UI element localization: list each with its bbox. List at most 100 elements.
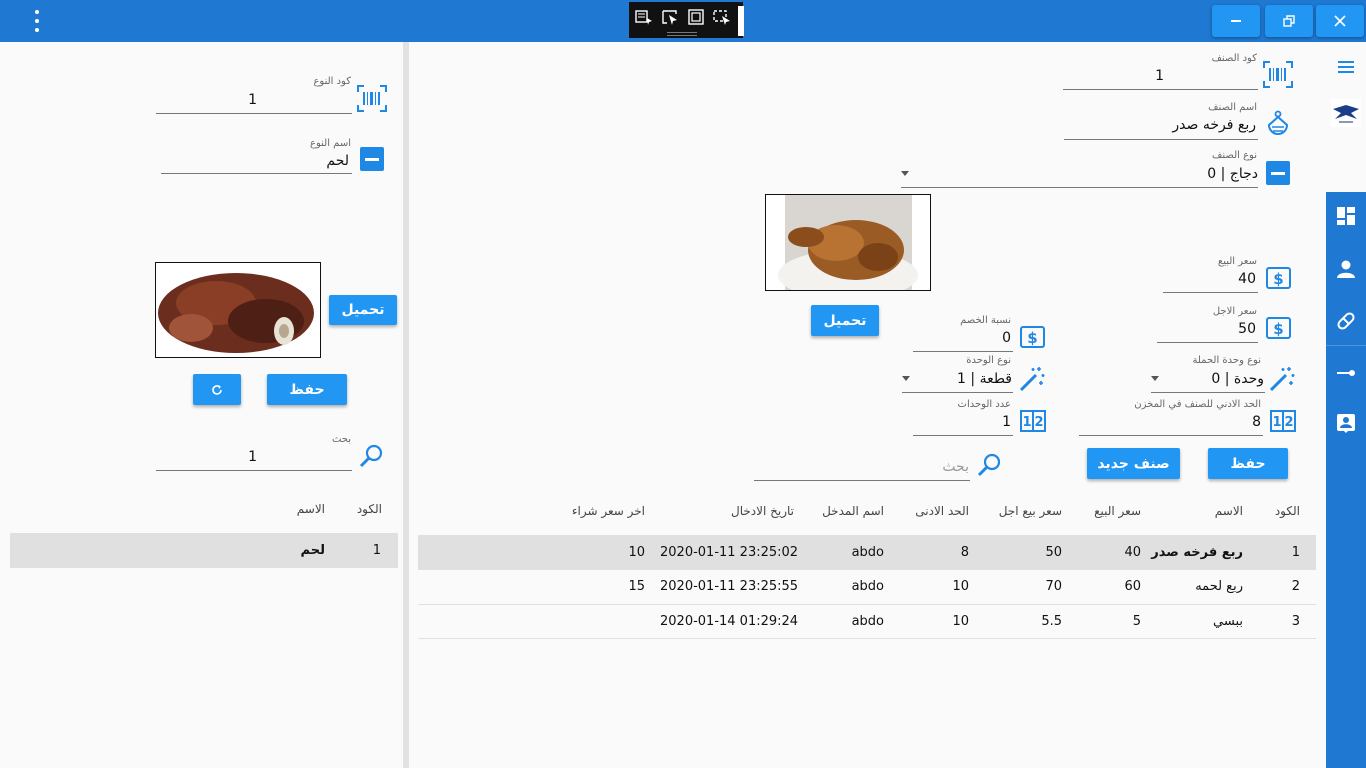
minimize-button[interactable] bbox=[1212, 5, 1260, 37]
item-save-button[interactable]: حفظ bbox=[1208, 448, 1288, 479]
dollar-icon: $ bbox=[1020, 326, 1045, 348]
items-row-user: abdo bbox=[851, 545, 884, 560]
type-save-button[interactable]: حفظ bbox=[267, 374, 347, 405]
item-upload-button[interactable]: تحميل bbox=[811, 305, 879, 336]
items-row-user: abdo bbox=[851, 579, 884, 594]
item-code-value[interactable]: 1 bbox=[1063, 68, 1164, 84]
menu-icon[interactable] bbox=[1336, 57, 1356, 77]
type-table-header-name: الاسم bbox=[296, 502, 325, 516]
type-upload-button[interactable]: تحميل bbox=[329, 295, 397, 325]
items-row-min: 8 bbox=[960, 545, 969, 560]
unit-type-value[interactable]: 1 | قطعة bbox=[902, 371, 1012, 387]
items-row-min: 10 bbox=[952, 614, 969, 629]
tag-icon bbox=[1267, 110, 1289, 135]
min-stock-value[interactable]: 8 bbox=[1079, 414, 1261, 430]
bulk-unit-label: نوع وحدة الحملة bbox=[1192, 355, 1261, 366]
items-row-code: 2 bbox=[1291, 579, 1300, 594]
item-search-placeholder[interactable]: بحث bbox=[754, 459, 969, 475]
numbers-icon: 12 bbox=[1020, 410, 1046, 432]
bulk-unit-underline bbox=[1151, 392, 1265, 393]
item-type-underline bbox=[901, 187, 1258, 188]
items-header-sale: سعر البيع bbox=[1094, 504, 1141, 518]
type-name-value[interactable]: لحم bbox=[161, 153, 349, 169]
items-row-name: ربع لحمه bbox=[1195, 579, 1243, 594]
refresh-icon bbox=[212, 384, 222, 395]
magic-wand-icon bbox=[1269, 367, 1295, 392]
unit-type-underline bbox=[902, 392, 1013, 393]
close-button[interactable] bbox=[1316, 5, 1364, 37]
minus-box-icon bbox=[360, 147, 384, 171]
dollar-icon: $ bbox=[1266, 317, 1291, 339]
capture-region-icon[interactable] bbox=[635, 9, 653, 25]
bulk-unit-value[interactable]: 0 | وحدة bbox=[1151, 371, 1264, 387]
meat-image bbox=[156, 263, 320, 357]
capture-fullscreen-icon[interactable] bbox=[713, 9, 731, 25]
type-name-underline bbox=[161, 173, 352, 174]
person-icon[interactable] bbox=[1336, 259, 1356, 279]
items-row-sale: 40 bbox=[1124, 545, 1141, 560]
search-icon[interactable] bbox=[359, 443, 385, 469]
restore-icon bbox=[1283, 15, 1295, 27]
more-options-icon[interactable] bbox=[28, 10, 46, 32]
type-code-value[interactable]: 1 bbox=[156, 92, 257, 108]
pill-icon[interactable] bbox=[1336, 311, 1356, 331]
sale-price-underline bbox=[1163, 292, 1258, 293]
screen-capture-toolbar bbox=[629, 2, 743, 38]
items-row-date: 2020-01-14 01:29:24 bbox=[660, 614, 799, 629]
unit-type-label: نوع الوحدة bbox=[966, 355, 1011, 366]
items-header-credit: سعر بيع اجل bbox=[998, 504, 1062, 518]
capture-window-icon[interactable] bbox=[687, 9, 705, 25]
item-code-label: كود الصنف bbox=[1211, 53, 1257, 64]
barcode-icon bbox=[357, 85, 387, 112]
minimize-icon bbox=[1231, 20, 1241, 22]
items-header-name: الاسم bbox=[1214, 504, 1243, 518]
type-code-label: كود النوع bbox=[313, 76, 351, 87]
magic-wand-icon bbox=[1019, 367, 1045, 392]
svg-text:2: 2 bbox=[1284, 415, 1293, 430]
items-row-code: 3 bbox=[1291, 614, 1300, 629]
items-row-name: ببسي bbox=[1213, 614, 1243, 629]
capture-pointer-icon[interactable] bbox=[661, 9, 679, 25]
toolbar-edge bbox=[738, 6, 744, 36]
items-header-user: اسم المدخل bbox=[822, 504, 884, 518]
type-search-value[interactable]: 1 bbox=[156, 449, 257, 465]
item-type-dropdown-arrow-icon[interactable] bbox=[901, 171, 909, 176]
credit-price-value[interactable]: 50 bbox=[1157, 321, 1256, 337]
bulk-unit-dropdown-arrow-icon[interactable] bbox=[1151, 376, 1159, 381]
refresh-button[interactable] bbox=[193, 374, 241, 405]
item-image-frame bbox=[765, 194, 931, 291]
item-type-label: نوع الصنف bbox=[1212, 150, 1257, 161]
type-search-underline bbox=[156, 470, 352, 471]
type-code-underline bbox=[156, 113, 352, 114]
search-icon[interactable] bbox=[977, 452, 1003, 478]
items-row-last-price: 10 bbox=[628, 545, 645, 560]
item-name-label: اسم الصنف bbox=[1208, 102, 1257, 113]
slider-icon[interactable] bbox=[1336, 363, 1356, 383]
discount-value[interactable]: 0 bbox=[913, 330, 1011, 346]
items-row-user: abdo bbox=[851, 614, 884, 629]
discount-label: نسبة الخصم bbox=[960, 315, 1011, 326]
dashboard-icon[interactable] bbox=[1336, 206, 1356, 226]
discount-underline bbox=[913, 351, 1013, 352]
type-search-label: بحث bbox=[331, 434, 351, 445]
min-stock-label: الحد الادني للصنف في المخزن bbox=[1134, 399, 1261, 410]
restore-button[interactable] bbox=[1265, 5, 1313, 37]
unit-count-label: عدد الوحدات bbox=[957, 399, 1011, 410]
items-header-min: الحد الادنى bbox=[915, 504, 969, 518]
svg-text:1: 1 bbox=[1022, 415, 1031, 430]
items-row-credit: 5.5 bbox=[1041, 614, 1062, 629]
contact-card-icon[interactable] bbox=[1336, 413, 1356, 433]
item-type-value[interactable]: 0 | دجاج bbox=[1064, 166, 1258, 182]
table-row[interactable] bbox=[10, 533, 398, 568]
type-panel bbox=[0, 42, 403, 768]
unit-type-dropdown-arrow-icon[interactable] bbox=[902, 376, 910, 381]
item-name-value[interactable]: ربع فرخه صدر bbox=[1064, 117, 1256, 133]
type-table-header-code: الكود bbox=[356, 502, 382, 516]
type-name-label: اسم النوع bbox=[310, 138, 351, 149]
svg-text:1: 1 bbox=[1272, 415, 1281, 430]
items-row-min: 10 bbox=[952, 579, 969, 594]
new-item-button[interactable]: صنف جديد bbox=[1087, 448, 1180, 479]
sale-price-value[interactable]: 40 bbox=[1163, 271, 1256, 287]
numbers-icon: 12 bbox=[1270, 410, 1296, 432]
unit-count-value[interactable]: 1 bbox=[913, 414, 1011, 430]
